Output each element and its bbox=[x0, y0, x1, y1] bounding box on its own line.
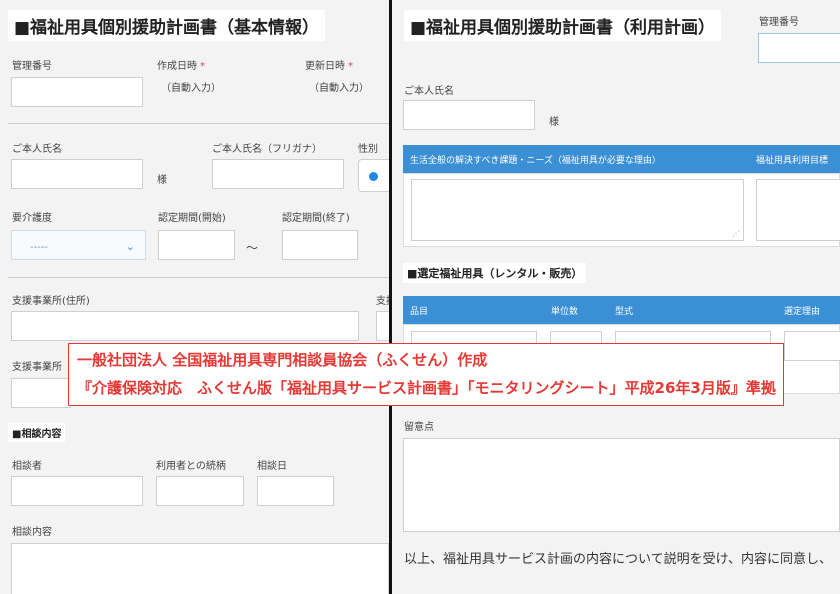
updated-value: （自動入力） bbox=[309, 83, 369, 94]
created-value: （自動入力） bbox=[161, 83, 221, 94]
resize-handle-icon[interactable]: ⋰ bbox=[732, 229, 740, 238]
relation-label: 利用者との続柄 bbox=[156, 461, 226, 472]
basic-info-panel: ■福祉用具個別援助計画書（基本情報） 管理番号 作成日時 * （自動入力） 更新日… bbox=[0, 0, 389, 594]
col-item: 品目 bbox=[410, 307, 429, 317]
col-reason: 選定理由 bbox=[784, 307, 821, 317]
reason-input[interactable] bbox=[784, 331, 840, 361]
honorific-label: 様 bbox=[549, 117, 559, 128]
name-label: ご本人氏名 bbox=[404, 86, 454, 97]
mgmt-no-input[interactable] bbox=[758, 33, 840, 63]
goal-textarea[interactable] bbox=[756, 179, 840, 241]
consult-content-label: 相談内容 bbox=[12, 527, 52, 538]
goal-header: 福祉用具利用目標 bbox=[756, 156, 829, 166]
kana-input[interactable] bbox=[212, 159, 344, 189]
source-notice-banner: 一般社団法人 全国福祉用具専門相談員協会（ふくせん）作成 『介護保険対応 ふくせ… bbox=[68, 343, 784, 406]
care-level-label: 要介護度 bbox=[12, 213, 52, 224]
consultant-input[interactable] bbox=[11, 476, 143, 506]
period-end-label: 認定期間(終了) bbox=[282, 213, 350, 224]
chevron-down-icon: ⌄ bbox=[125, 240, 135, 253]
usage-plan-title: ■福祉用具個別援助計画書（利用計画） bbox=[404, 10, 722, 41]
issues-textarea[interactable]: ⋰ bbox=[411, 179, 744, 241]
divider-line bbox=[8, 277, 389, 278]
banner-line-2: 『介護保険対応 ふくせん版「福祉用具サービス計画書」「モニタリングシート」平成2… bbox=[77, 379, 776, 397]
radio-selected-icon bbox=[369, 172, 378, 181]
consult-date-label: 相談日 bbox=[257, 461, 287, 472]
period-end-input[interactable] bbox=[282, 230, 358, 260]
name-input[interactable] bbox=[11, 159, 143, 189]
divider-line bbox=[8, 123, 389, 124]
consult-content-textarea[interactable] bbox=[11, 543, 389, 594]
care-level-select[interactable]: ----- ⌄ bbox=[11, 230, 146, 260]
care-level-value: ----- bbox=[30, 242, 49, 253]
office-name-label: 支援事業所 bbox=[12, 362, 62, 373]
required-mark: * bbox=[200, 61, 205, 72]
remarks-label: 留意点 bbox=[404, 422, 434, 433]
col-model: 型式 bbox=[615, 307, 634, 317]
consent-text: 以上、福祉用具サービス計画の内容について説明を受け、内容に同意し、 bbox=[404, 552, 832, 567]
basic-info-title: ■福祉用具個別援助計画書（基本情報） bbox=[8, 10, 326, 41]
issues-header: 生活全般の解決すべき課題・ニーズ（福祉用具が必要な理由） bbox=[410, 156, 661, 166]
office-address-input[interactable] bbox=[11, 311, 359, 341]
mgmt-no-label: 管理番号 bbox=[12, 61, 52, 72]
office-label-cut: 支援 bbox=[376, 296, 389, 307]
updated-label: 更新日時 * bbox=[305, 61, 353, 72]
equipment-table-header: 品目 単位数 型式 選定理由 bbox=[403, 296, 840, 324]
relation-input[interactable] bbox=[156, 476, 244, 506]
issues-table-header: 生活全般の解決すべき課題・ニーズ（福祉用具が必要な理由） 福祉用具利用目標 bbox=[403, 145, 840, 173]
consult-section-title: ■相談内容 bbox=[8, 423, 66, 442]
consult-date-input[interactable] bbox=[257, 476, 334, 506]
issues-table-body: ⋰ bbox=[403, 173, 840, 247]
selected-equipment-title: ■選定福祉用具（レンタル・販売） bbox=[403, 263, 587, 283]
tilde-separator: ～ bbox=[246, 241, 259, 255]
name-label: ご本人氏名 bbox=[12, 144, 62, 155]
mgmt-no-input[interactable] bbox=[11, 77, 143, 107]
name-input[interactable] bbox=[403, 100, 535, 130]
consultant-label: 相談者 bbox=[12, 461, 42, 472]
office-extra-input[interactable] bbox=[376, 311, 389, 341]
period-start-label: 認定期間(開始) bbox=[158, 213, 226, 224]
office-address-label: 支援事業所(住所) bbox=[12, 296, 90, 307]
gender-label: 性別 bbox=[358, 144, 378, 155]
banner-line-1: 一般社団法人 全国福祉用具専門相談員協会（ふくせん）作成 bbox=[77, 351, 488, 369]
created-label: 作成日時 * bbox=[157, 61, 205, 72]
usage-plan-panel: ■福祉用具個別援助計画書（利用計画） 管理番号 ご本人氏名 様 生活全般の解決す… bbox=[392, 0, 840, 594]
kana-label: ご本人氏名（フリガナ） bbox=[212, 144, 322, 155]
mgmt-no-label: 管理番号 bbox=[759, 17, 799, 28]
col-units: 単位数 bbox=[551, 307, 579, 317]
honorific-label: 様 bbox=[157, 175, 167, 186]
office-name-input[interactable] bbox=[11, 378, 71, 408]
period-start-input[interactable] bbox=[158, 230, 235, 260]
required-mark: * bbox=[348, 61, 353, 72]
gender-radio-group[interactable] bbox=[358, 159, 389, 192]
remarks-textarea[interactable] bbox=[403, 438, 840, 532]
